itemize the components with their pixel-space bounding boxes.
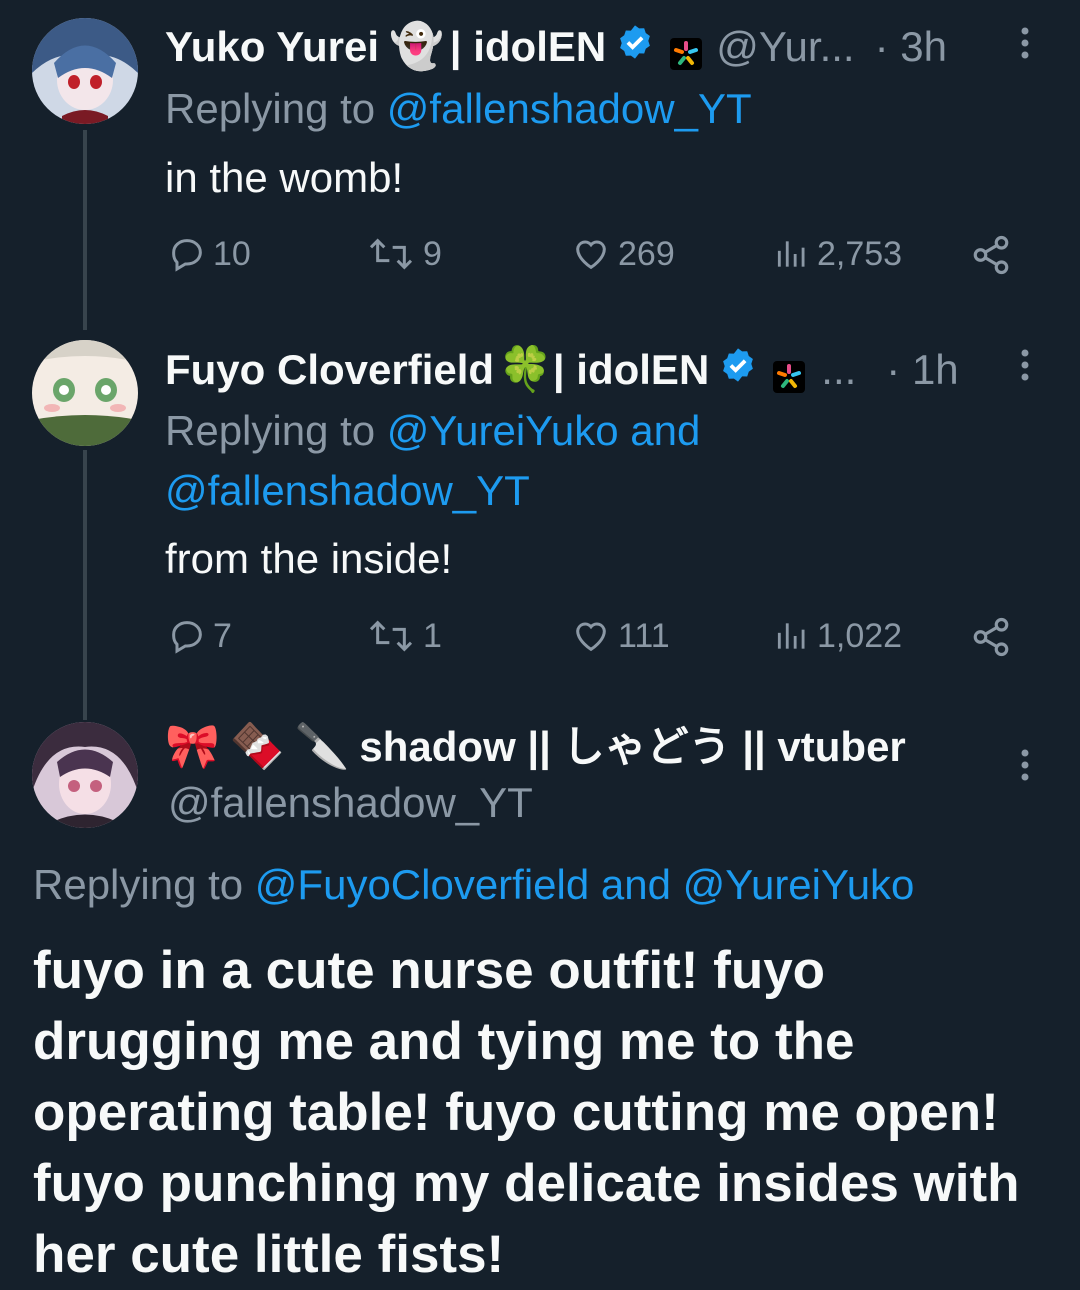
repost-icon xyxy=(369,238,413,270)
ribbon-icon: 🎀 xyxy=(165,722,220,771)
replying-to-prefix: Replying to xyxy=(33,861,244,908)
share-button[interactable] xyxy=(970,616,1018,658)
replying-to-link[interactable]: @fallenshadow_YT xyxy=(165,467,530,514)
thread-line xyxy=(83,450,87,720)
replying-to-link[interactable]: @YureiYuko and xyxy=(387,407,701,454)
repost-button[interactable]: 1 xyxy=(365,616,442,656)
tweet-header: 🎀 🍫 🔪 shadow || しゃどう || vtuber xyxy=(165,722,906,772)
replying-to-link[interactable]: @FuyoCloverfield and @YureiYuko xyxy=(255,861,915,908)
views-button[interactable]: 1,022 xyxy=(773,616,902,656)
tweet-text: in the womb! xyxy=(165,154,404,201)
tweet-header: Yuko Yurei 👻 | idolEN @Yur... · 3h xyxy=(165,22,947,72)
tweet-header: Fuyo Cloverfield 🍀 | idolEN ... · 1h xyxy=(165,345,959,395)
heart-icon xyxy=(576,622,606,652)
author-handle[interactable]: @Yur... xyxy=(716,22,854,72)
replying-to: Replying to @FuyoCloverfield and @YureiY… xyxy=(33,854,914,916)
views-icon xyxy=(777,623,805,649)
views-count: 1,022 xyxy=(817,616,903,655)
affiliate-badge-icon[interactable] xyxy=(670,31,703,70)
more-options-icon[interactable] xyxy=(1015,25,1035,72)
replying-to: Replying to @fallenshadow_YT xyxy=(165,78,752,140)
author-handle[interactable]: ... xyxy=(821,345,856,395)
tweet-actions: 10 9 269 2,753 xyxy=(165,234,1025,282)
author-name-suffix[interactable]: | idolEN xyxy=(450,22,606,72)
repost-count: 1 xyxy=(423,616,442,655)
like-count: 269 xyxy=(618,234,675,273)
affiliate-badge-icon[interactable] xyxy=(773,354,806,393)
reply-button[interactable]: 7 xyxy=(167,616,232,656)
verified-badge-icon[interactable] xyxy=(719,345,757,395)
more-options-icon[interactable] xyxy=(1015,347,1035,394)
share-icon xyxy=(973,617,1009,657)
author-name-suffix[interactable]: | idolEN xyxy=(553,345,709,395)
thread-line xyxy=(83,130,87,330)
timestamp[interactable]: · 3h xyxy=(875,22,947,72)
verified-badge-icon[interactable] xyxy=(616,22,654,72)
author-name[interactable]: Yuko Yurei xyxy=(165,22,379,72)
share-icon xyxy=(973,235,1009,275)
four-leaf-clover-icon: 🍀 xyxy=(498,345,553,394)
replying-to-line2: @fallenshadow_YT xyxy=(165,460,530,522)
reply-count: 10 xyxy=(213,234,251,273)
views-count: 2,753 xyxy=(817,234,903,273)
ghost-icon: 👻 xyxy=(389,22,444,71)
author-name[interactable]: Fuyo Cloverfield xyxy=(165,345,494,395)
repost-count: 9 xyxy=(423,234,442,273)
avatar[interactable] xyxy=(32,18,138,124)
tweet-text: from the inside! xyxy=(165,535,453,582)
replying-to: Replying to @YureiYuko and xyxy=(165,400,700,462)
reply-icon xyxy=(172,621,202,654)
heart-icon xyxy=(576,240,606,270)
knife-icon: 🔪 xyxy=(294,722,350,771)
like-button[interactable]: 269 xyxy=(570,234,675,274)
reply-button[interactable]: 10 xyxy=(167,234,251,274)
like-button[interactable]: 111 xyxy=(570,616,670,656)
reply-count: 7 xyxy=(213,616,232,655)
avatar[interactable] xyxy=(32,340,138,446)
author-name[interactable]: shadow || しゃどう || vtuber xyxy=(359,722,905,772)
chocolate-bar-icon: 🍫 xyxy=(229,722,285,771)
tweet-actions: 7 1 111 1,022 xyxy=(165,616,1025,664)
timestamp[interactable]: · 1h xyxy=(886,345,958,395)
reply-icon xyxy=(172,239,202,272)
like-count: 111 xyxy=(618,616,670,655)
repost-icon xyxy=(369,620,413,652)
replying-to-prefix: Replying to xyxy=(165,85,376,132)
author-handle[interactable]: @fallenshadow_YT xyxy=(168,772,533,834)
tweet-text: fuyo in a cute nurse outfit! fuyo druggi… xyxy=(33,941,1020,1284)
replying-to-prefix: Replying to xyxy=(165,407,376,454)
views-icon xyxy=(777,241,805,267)
share-button[interactable] xyxy=(970,234,1018,276)
repost-button[interactable]: 9 xyxy=(365,234,442,274)
views-button[interactable]: 2,753 xyxy=(773,234,902,274)
more-options-icon[interactable] xyxy=(1015,747,1035,794)
replying-to-link[interactable]: @fallenshadow_YT xyxy=(387,85,752,132)
avatar[interactable] xyxy=(32,722,138,828)
